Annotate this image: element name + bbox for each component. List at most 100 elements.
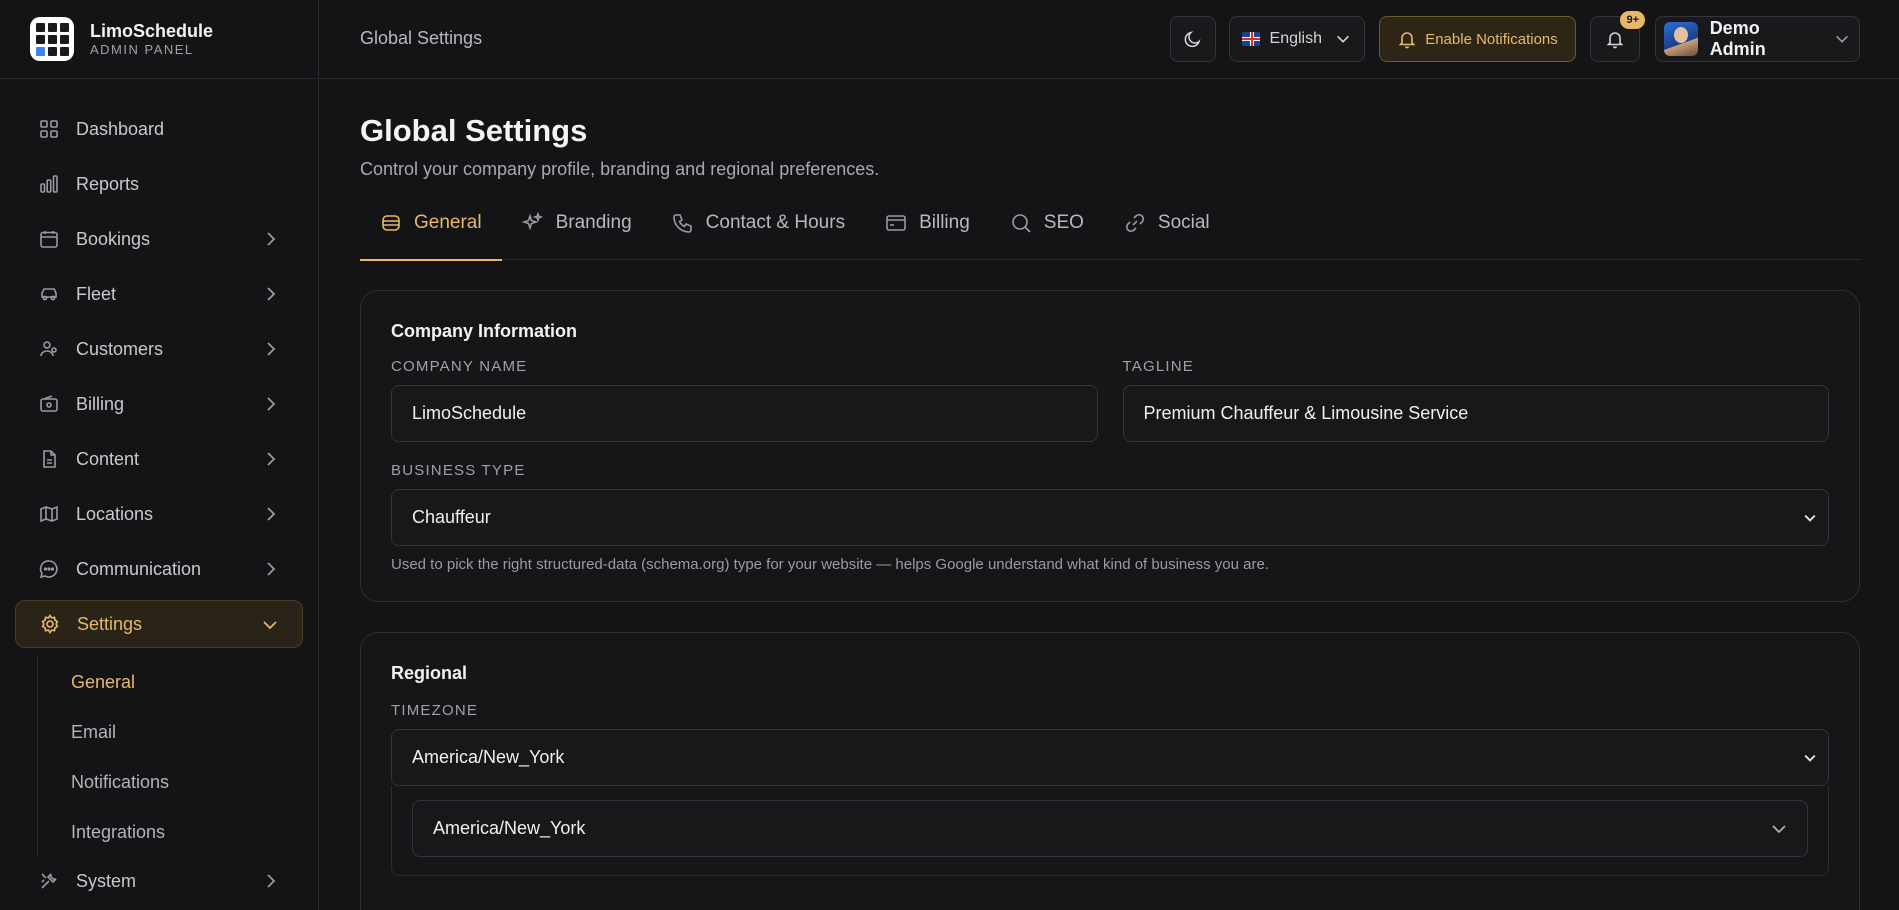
sidebar-subitem-notifications[interactable]: Notifications — [71, 757, 318, 807]
sidebar-nav: Dashboard Reports Bookings Fleet Custome… — [0, 79, 318, 905]
company-name-input[interactable]: LimoSchedule — [391, 385, 1098, 442]
sidebar-item-content[interactable]: Content — [15, 435, 303, 483]
sparkles-icon — [521, 212, 544, 234]
sidebar-item-label: Fleet — [76, 283, 117, 304]
tab-seo[interactable]: SEO — [990, 212, 1104, 260]
sidebar-item-label: Customers — [76, 338, 164, 359]
user-menu-button[interactable]: Demo Admin — [1655, 16, 1860, 62]
sidebar-item-label: Settings — [77, 613, 143, 634]
credit-card-icon — [885, 212, 907, 234]
bell-icon — [1397, 29, 1417, 49]
notifications-button[interactable]: 9+ — [1590, 11, 1645, 62]
sidebar-item-label: System — [76, 870, 137, 891]
sidebar-item-label: Content — [76, 448, 140, 469]
phone-icon — [672, 212, 694, 234]
field-label: COMPANY NAME — [391, 358, 528, 375]
sidebar: LimoSchedule ADMIN PANEL Dashboard Repor… — [0, 0, 319, 910]
field-label: BUSINESS TYPE — [391, 462, 526, 479]
sidebar-item-customers[interactable]: Customers — [15, 325, 303, 373]
gear-icon — [39, 613, 61, 635]
language-select[interactable]: English — [1229, 16, 1365, 62]
sidebar-item-dashboard[interactable]: Dashboard — [15, 105, 303, 153]
sidebar-item-label: Billing — [76, 393, 125, 414]
chevron-down-icon — [260, 615, 280, 635]
timezone-search-select[interactable]: America/New_York — [412, 800, 1808, 857]
field-label: TIMEZONE — [391, 702, 479, 719]
sidebar-item-label: Bookings — [76, 228, 151, 249]
chat-icon — [38, 558, 60, 580]
document-icon — [38, 448, 60, 470]
brand[interactable]: LimoSchedule ADMIN PANEL — [0, 0, 318, 79]
sidebar-item-billing[interactable]: Billing — [15, 380, 303, 428]
settings-subnav: General Email Notifications Integrations — [37, 655, 318, 857]
timezone-inner-value: America/New_York — [433, 818, 586, 838]
sidebar-item-system[interactable]: System — [15, 857, 303, 905]
theme-toggle-button[interactable] — [1170, 16, 1216, 62]
brand-name: LimoSchedule — [90, 21, 214, 41]
chevron-down-icon — [1802, 750, 1818, 766]
chevron-right-icon — [261, 394, 281, 414]
sidebar-item-fleet[interactable]: Fleet — [15, 270, 303, 318]
tab-billing[interactable]: Billing — [865, 212, 990, 260]
sidebar-subitem-general[interactable]: General — [71, 657, 318, 707]
sidebar-item-communication[interactable]: Communication — [15, 545, 303, 593]
sidebar-subitem-integrations[interactable]: Integrations — [71, 807, 318, 857]
tab-label: Branding — [555, 212, 632, 233]
moon-icon — [1183, 29, 1203, 49]
chevron-right-icon — [261, 449, 281, 469]
sidebar-item-label: Locations — [76, 503, 154, 524]
tab-contact-hours[interactable]: Contact & Hours — [652, 212, 865, 260]
sidebar-subitem-email[interactable]: Email — [71, 707, 318, 757]
car-icon — [38, 283, 60, 305]
tools-icon — [38, 870, 60, 892]
business-type-help: Used to pick the right structured-data (… — [391, 556, 1269, 573]
calendar-icon — [38, 228, 60, 250]
chevron-down-icon — [1769, 819, 1789, 839]
company-information-card: Company Information COMPANY NAME LimoSch… — [360, 290, 1860, 602]
chevron-right-icon — [261, 339, 281, 359]
user-name: Demo Admin — [1709, 18, 1766, 59]
field-label: TAGLINE — [1122, 358, 1194, 375]
sidebar-item-locations[interactable]: Locations — [15, 490, 303, 538]
brand-logo-icon — [30, 17, 74, 61]
map-icon — [38, 503, 60, 525]
sidebar-item-settings[interactable]: Settings — [15, 600, 303, 648]
topbar-title: Global Settings — [360, 28, 483, 48]
bar-chart-icon — [38, 173, 60, 195]
enable-notifications-button[interactable]: Enable Notifications — [1379, 16, 1576, 62]
topbar: Global Settings English Enable Notificat… — [320, 0, 1899, 79]
sidebar-item-label: Communication — [76, 558, 202, 579]
link-icon — [1124, 212, 1146, 234]
tab-label: Social — [1157, 212, 1210, 233]
chevron-down-icon — [1833, 30, 1851, 48]
tab-social[interactable]: Social — [1104, 212, 1230, 260]
uk-flag-icon — [1242, 32, 1260, 46]
language-label: English — [1269, 30, 1322, 47]
section-title: Company Information — [391, 321, 578, 341]
page-title: Global Settings — [360, 113, 588, 148]
search-icon — [1010, 212, 1032, 234]
timezone-select[interactable]: America/New_York — [391, 729, 1829, 786]
grid-icon — [38, 118, 60, 140]
business-type-value: Chauffeur — [412, 507, 491, 527]
chevron-down-icon — [1334, 30, 1352, 48]
chevron-right-icon — [261, 229, 281, 249]
brand-subtitle: ADMIN PANEL — [90, 42, 194, 57]
tab-branding[interactable]: Branding — [502, 212, 652, 260]
tab-general[interactable]: General — [360, 212, 502, 261]
chevron-right-icon — [261, 284, 281, 304]
chevron-right-icon — [261, 871, 281, 891]
sidebar-item-bookings[interactable]: Bookings — [15, 215, 303, 263]
tab-label: Contact & Hours — [705, 212, 846, 233]
sidebar-item-reports[interactable]: Reports — [15, 160, 303, 208]
timezone-dropdown-panel: America/New_York — [391, 786, 1829, 876]
business-type-select[interactable]: Chauffeur — [391, 489, 1829, 546]
tab-label: General — [414, 212, 482, 233]
sidebar-item-label: Dashboard — [76, 118, 165, 139]
avatar — [1664, 22, 1698, 56]
timezone-value: America/New_York — [412, 747, 565, 767]
tagline-input[interactable]: Premium Chauffeur & Limousine Service — [1122, 385, 1829, 442]
chevron-right-icon — [261, 504, 281, 524]
page-description: Control your company profile, branding a… — [360, 159, 880, 179]
sidebar-item-label: Reports — [76, 173, 140, 194]
